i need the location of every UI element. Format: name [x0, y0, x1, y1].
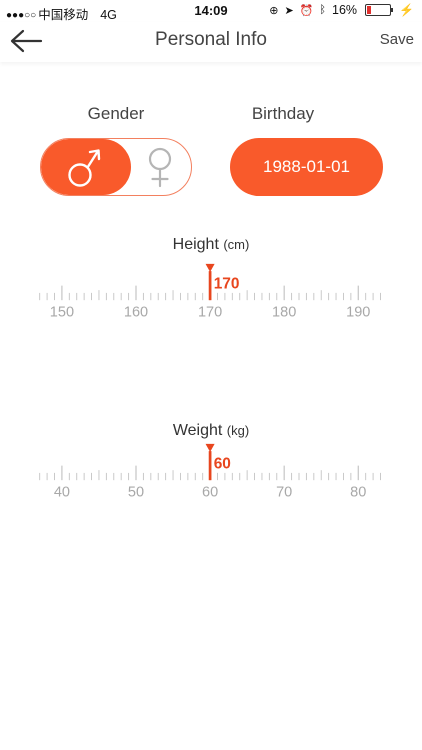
status-bar: ●●●○○ 中国移动 4G 14:09 ⊕ ➤ ⏰ ᛒ 16% ⚡: [0, 0, 422, 22]
gender-male-option[interactable]: [41, 139, 131, 195]
weight-label: Weight: [172, 422, 223, 439]
status-right: ⊕ ➤ ⏰ ᛒ 16% ⚡: [269, 3, 414, 17]
height-unit: (cm): [223, 237, 250, 252]
battery-icon: [365, 4, 394, 16]
height-tick-label: 180: [272, 305, 296, 321]
birthday-button[interactable]: 1988-01-01: [230, 138, 383, 196]
orientation-lock-icon: ⊕: [269, 4, 279, 17]
height-tick-label: 150: [50, 305, 74, 321]
weight-tick-label: 70: [276, 485, 292, 501]
signal-strength-icon: ●●●○○: [6, 10, 37, 21]
height-value: 170: [214, 275, 240, 292]
back-arrow-icon: [10, 29, 43, 53]
height-tick-label: 170: [198, 305, 222, 321]
weight-tick-label: 50: [128, 485, 144, 501]
status-left: ●●●○○ 中国移动 4G: [6, 4, 117, 23]
alarm-icon: ⏰: [299, 4, 314, 17]
weight-unit: (kg): [226, 423, 250, 438]
navigation-bar: Personal Info Save: [0, 22, 422, 62]
location-arrow-icon: ➤: [284, 4, 294, 17]
male-symbol-icon: [68, 149, 101, 187]
weight-tick-label: 80: [350, 485, 366, 501]
height-indicator-marker: [205, 263, 215, 272]
weight-tick-label: 60: [202, 485, 218, 501]
weight-indicator-marker: [205, 443, 215, 452]
height-label: Height: [172, 236, 219, 253]
height-title: Height (cm): [0, 236, 422, 254]
save-button[interactable]: Save: [380, 31, 414, 48]
carrier-name: 中国移动: [38, 8, 89, 22]
network-type: 4G: [100, 8, 117, 22]
gender-label: Gender: [87, 104, 145, 123]
weight-tick-label: 40: [54, 485, 70, 501]
page-title: Personal Info: [155, 29, 267, 50]
weight-value: 60: [214, 455, 231, 472]
height-tick-label: 190: [346, 305, 370, 321]
female-symbol-icon: [148, 147, 172, 188]
birthday-label: Birthday: [251, 104, 315, 123]
weight-ruler[interactable]: 40 50 60 70 80 60: [0, 442, 422, 502]
height-tick-label: 160: [124, 305, 148, 321]
battery-level: [367, 6, 371, 14]
battery-percent: 16%: [332, 3, 358, 17]
weight-title: Weight (kg): [0, 422, 422, 440]
height-ruler[interactable]: 150 160 170 180 190 170: [0, 262, 422, 322]
bluetooth-icon: ᛒ: [319, 4, 327, 16]
back-button[interactable]: [8, 26, 44, 56]
gender-female-option[interactable]: [129, 139, 191, 195]
gender-toggle: [40, 138, 192, 196]
charging-icon: ⚡: [399, 3, 414, 17]
